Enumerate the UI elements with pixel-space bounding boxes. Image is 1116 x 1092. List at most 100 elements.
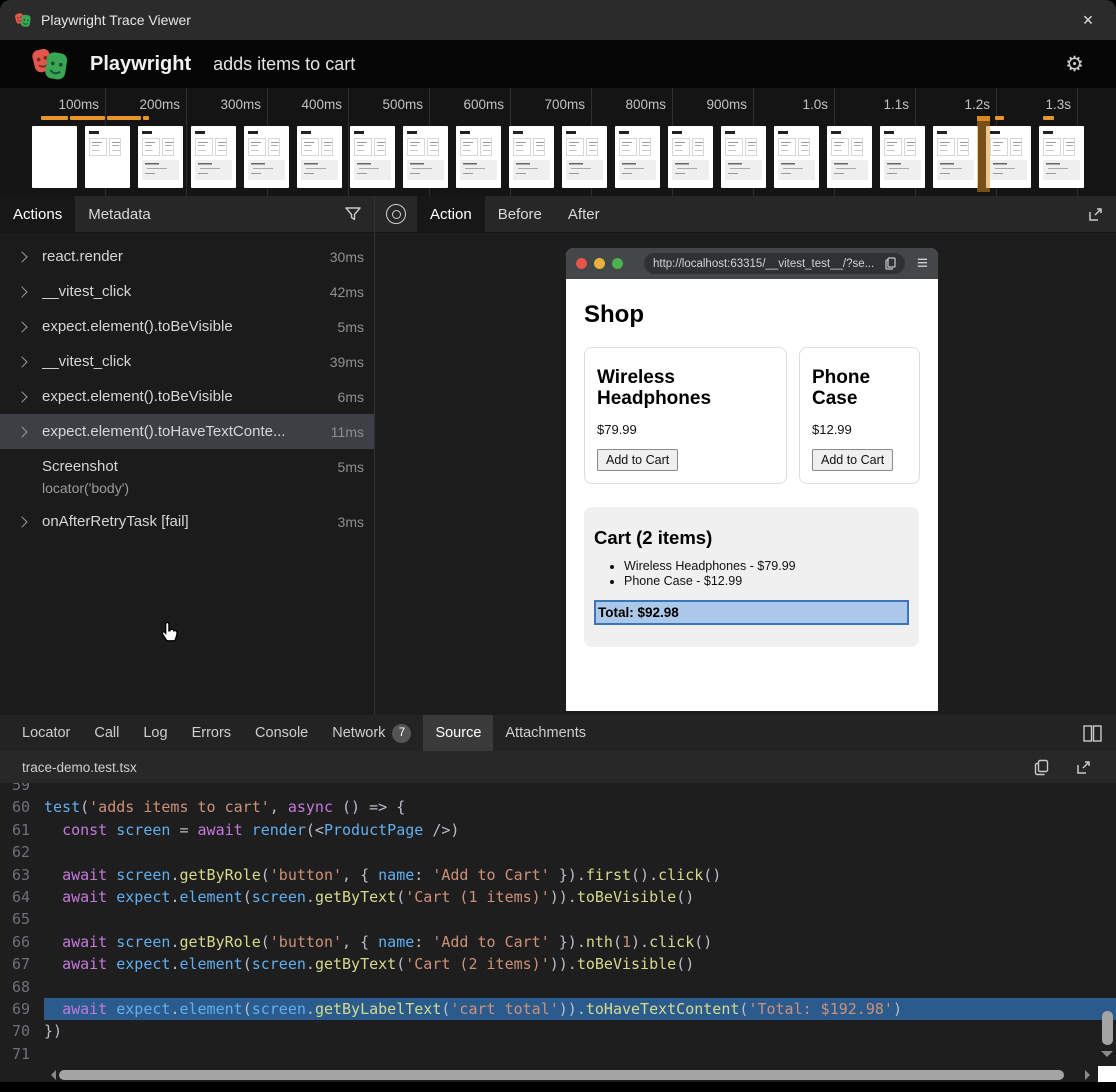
filmstrip-thumbnail[interactable] (1039, 126, 1084, 188)
chevron-right-icon (18, 323, 42, 331)
action-row[interactable]: react.render30ms (0, 239, 374, 274)
action-row[interactable]: expect.element().toBeVisible5ms (0, 309, 374, 344)
cart-item: Wireless Headphones - $79.99 (624, 559, 909, 573)
scroll-down-arrow-icon[interactable] (1101, 1051, 1113, 1063)
close-icon[interactable]: × (1074, 10, 1102, 31)
action-row[interactable]: Screenshot5ms (0, 449, 374, 484)
add-to-cart-button[interactable]: Add to Cart (597, 449, 678, 471)
code-line: 66 await screen.getByRole('button', { na… (0, 931, 1116, 953)
tab-network[interactable]: Network7 (320, 715, 423, 751)
copy-url-icon[interactable] (885, 257, 896, 270)
thumb-mini-card (89, 138, 107, 156)
thumb-mini-cart (460, 160, 497, 180)
tab-console[interactable]: Console (243, 715, 320, 751)
filmstrip-thumbnail[interactable] (721, 126, 766, 188)
action-row[interactable]: __vitest_click42ms (0, 274, 374, 309)
bottom-tab-label: Console (255, 725, 308, 741)
open-external-icon[interactable] (1087, 206, 1104, 223)
filmstrip-thumbnail[interactable] (297, 126, 342, 188)
tab-source[interactable]: Source (423, 715, 493, 751)
thumb-mini-card (215, 138, 227, 156)
timeline[interactable]: 100ms200ms300ms400ms500ms600ms700ms800ms… (0, 88, 1116, 196)
browser-menu-icon[interactable]: ≡ (917, 253, 928, 275)
chevron-right-icon (18, 518, 42, 526)
action-duration-bar (41, 116, 68, 120)
thumb-mini-card (301, 138, 319, 156)
thumb-mini-card (904, 138, 916, 156)
code-text (44, 908, 1116, 930)
tab-action[interactable]: Action (417, 196, 485, 232)
scroll-right-arrow-icon[interactable] (1085, 1070, 1095, 1080)
thumb-mini-cards (778, 138, 819, 156)
filmstrip-thumbnail[interactable] (244, 126, 289, 188)
action-duration: 11ms (323, 424, 364, 440)
thumb-mini-cart (248, 160, 285, 180)
playwright-logo (30, 44, 70, 84)
tab-locator[interactable]: Locator (10, 715, 82, 751)
gear-icon[interactable]: ⚙ (1065, 52, 1084, 77)
thumb-mini-cart (301, 160, 338, 180)
actions-panel: ActionsMetadata react.render30ms__vitest… (0, 196, 375, 715)
filmstrip-thumbnail[interactable] (774, 126, 819, 188)
filmstrip-thumbnail[interactable] (880, 126, 925, 188)
horizontal-scrollbar-thumb[interactable] (59, 1070, 1064, 1080)
bottom-tab-label: Network (332, 725, 385, 741)
timeline-tick-label: 600ms (434, 97, 504, 112)
main-split: ActionsMetadata react.render30ms__vitest… (0, 196, 1116, 715)
thumb-mini-cards (195, 138, 236, 156)
thumb-mini-cards (672, 138, 713, 156)
tab-metadata[interactable]: Metadata (75, 196, 164, 232)
thumb-mini-cart (354, 160, 391, 180)
filmstrip-thumbnail[interactable] (668, 126, 713, 188)
action-row[interactable]: expect.element().toHaveTextConte...11ms (0, 414, 374, 449)
thumb-mini-card (142, 138, 160, 156)
tab-actions[interactable]: Actions (0, 196, 75, 232)
filmstrip-thumbnail[interactable] (509, 126, 554, 188)
thumb-mini-card (778, 138, 796, 156)
code-text: }) (44, 1020, 1116, 1042)
code-text (44, 976, 1116, 998)
code-text: await screen.getByRole('button', { name:… (44, 864, 1116, 886)
columns-layout-icon[interactable] (1083, 725, 1102, 742)
filmstrip-thumbnail[interactable] (350, 126, 395, 188)
filmstrip-thumbnail[interactable] (986, 126, 1031, 188)
horizontal-scrollbar[interactable] (0, 1068, 1098, 1082)
filmstrip-thumbnail[interactable] (191, 126, 236, 188)
filmstrip-thumbnail[interactable] (85, 126, 130, 188)
tab-attachments[interactable]: Attachments (493, 715, 598, 751)
filmstrip-thumbnail[interactable] (827, 126, 872, 188)
thumb-mini-card (725, 138, 743, 156)
action-row[interactable]: onAfterRetryTask [fail]3ms (0, 504, 374, 539)
filmstrip[interactable] (32, 126, 1084, 188)
cart-item: Phone Case - $12.99 (624, 574, 909, 588)
filmstrip-thumbnail[interactable] (403, 126, 448, 188)
shop-page: Shop Wireless Headphones$79.99Add to Car… (566, 279, 938, 711)
filmstrip-thumbnail[interactable] (562, 126, 607, 188)
filter-icon[interactable] (344, 205, 362, 223)
vertical-scrollbar[interactable] (1098, 783, 1116, 1082)
action-label: Screenshot (42, 458, 118, 475)
filmstrip-thumbnail[interactable] (138, 126, 183, 188)
action-label: react.render (42, 248, 123, 265)
tab-call[interactable]: Call (82, 715, 131, 751)
filmstrip-thumbnail[interactable] (933, 126, 978, 188)
add-to-cart-button[interactable]: Add to Cart (812, 449, 893, 471)
action-row[interactable]: __vitest_click39ms (0, 344, 374, 379)
filmstrip-thumbnail[interactable] (32, 126, 77, 188)
action-row[interactable]: expect.element().toBeVisible6ms (0, 379, 374, 414)
open-source-external-icon[interactable] (1075, 759, 1092, 776)
tab-log[interactable]: Log (131, 715, 179, 751)
filmstrip-thumbnail[interactable] (456, 126, 501, 188)
filmstrip-thumbnail[interactable] (615, 126, 660, 188)
tab-after[interactable]: After (555, 196, 613, 232)
tab-errors[interactable]: Errors (180, 715, 243, 751)
pick-locator-cell[interactable] (375, 196, 417, 232)
scroll-left-arrow-icon[interactable] (46, 1070, 56, 1080)
code-text: await expect.element(screen.getByText('C… (44, 953, 1116, 975)
vertical-scrollbar-thumb[interactable] (1102, 1011, 1113, 1045)
tab-before[interactable]: Before (485, 196, 555, 232)
chevron-glyph (16, 321, 27, 332)
thumb-mini-card (990, 138, 1008, 156)
copy-source-icon[interactable] (1034, 759, 1049, 776)
thumb-mini-cart (513, 160, 550, 180)
